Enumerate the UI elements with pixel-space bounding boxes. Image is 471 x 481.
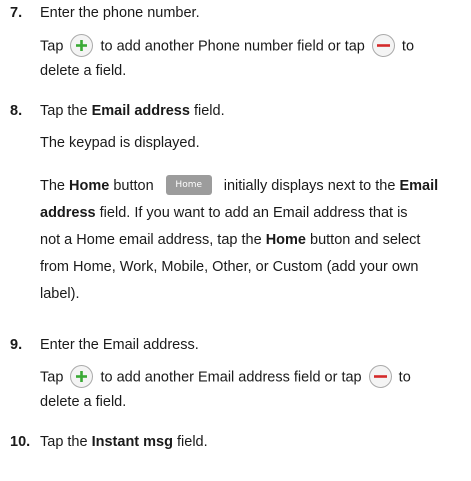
- step-7-tap-line-2: delete a field.: [40, 63, 127, 79]
- step-9-tap-line: Tap to add another Email address field o…: [40, 365, 411, 389]
- manual-page: 7. Enter the phone number. Tap to add an…: [0, 0, 471, 481]
- minus-circle-icon: [368, 365, 392, 388]
- step-9-tap-line-2: delete a field.: [40, 394, 127, 410]
- home-button-image: Home: [165, 175, 212, 196]
- step-10-text: Tap the Instant msg field.: [40, 434, 208, 450]
- plus-circle-icon: [70, 34, 94, 57]
- step-7-tap-line: Tap to add another Phone number field or…: [40, 34, 414, 58]
- step-8-text: Tap the Email address field.: [40, 103, 225, 119]
- step-7-text: Enter the phone number.: [40, 5, 200, 21]
- step-10-number: 10.: [10, 434, 31, 450]
- step-9-number: 9.: [10, 337, 23, 353]
- step-8-keypad: The keypad is displayed.: [40, 135, 200, 151]
- step-9-text: Enter the Email address.: [40, 337, 199, 353]
- minus-circle-icon: [371, 34, 395, 57]
- step-8-home-paragraph: The Home button Home initially displays …: [40, 173, 470, 308]
- step-7-number: 7.: [10, 5, 23, 21]
- step-8-number: 8.: [10, 103, 23, 119]
- plus-circle-icon: [70, 365, 94, 388]
